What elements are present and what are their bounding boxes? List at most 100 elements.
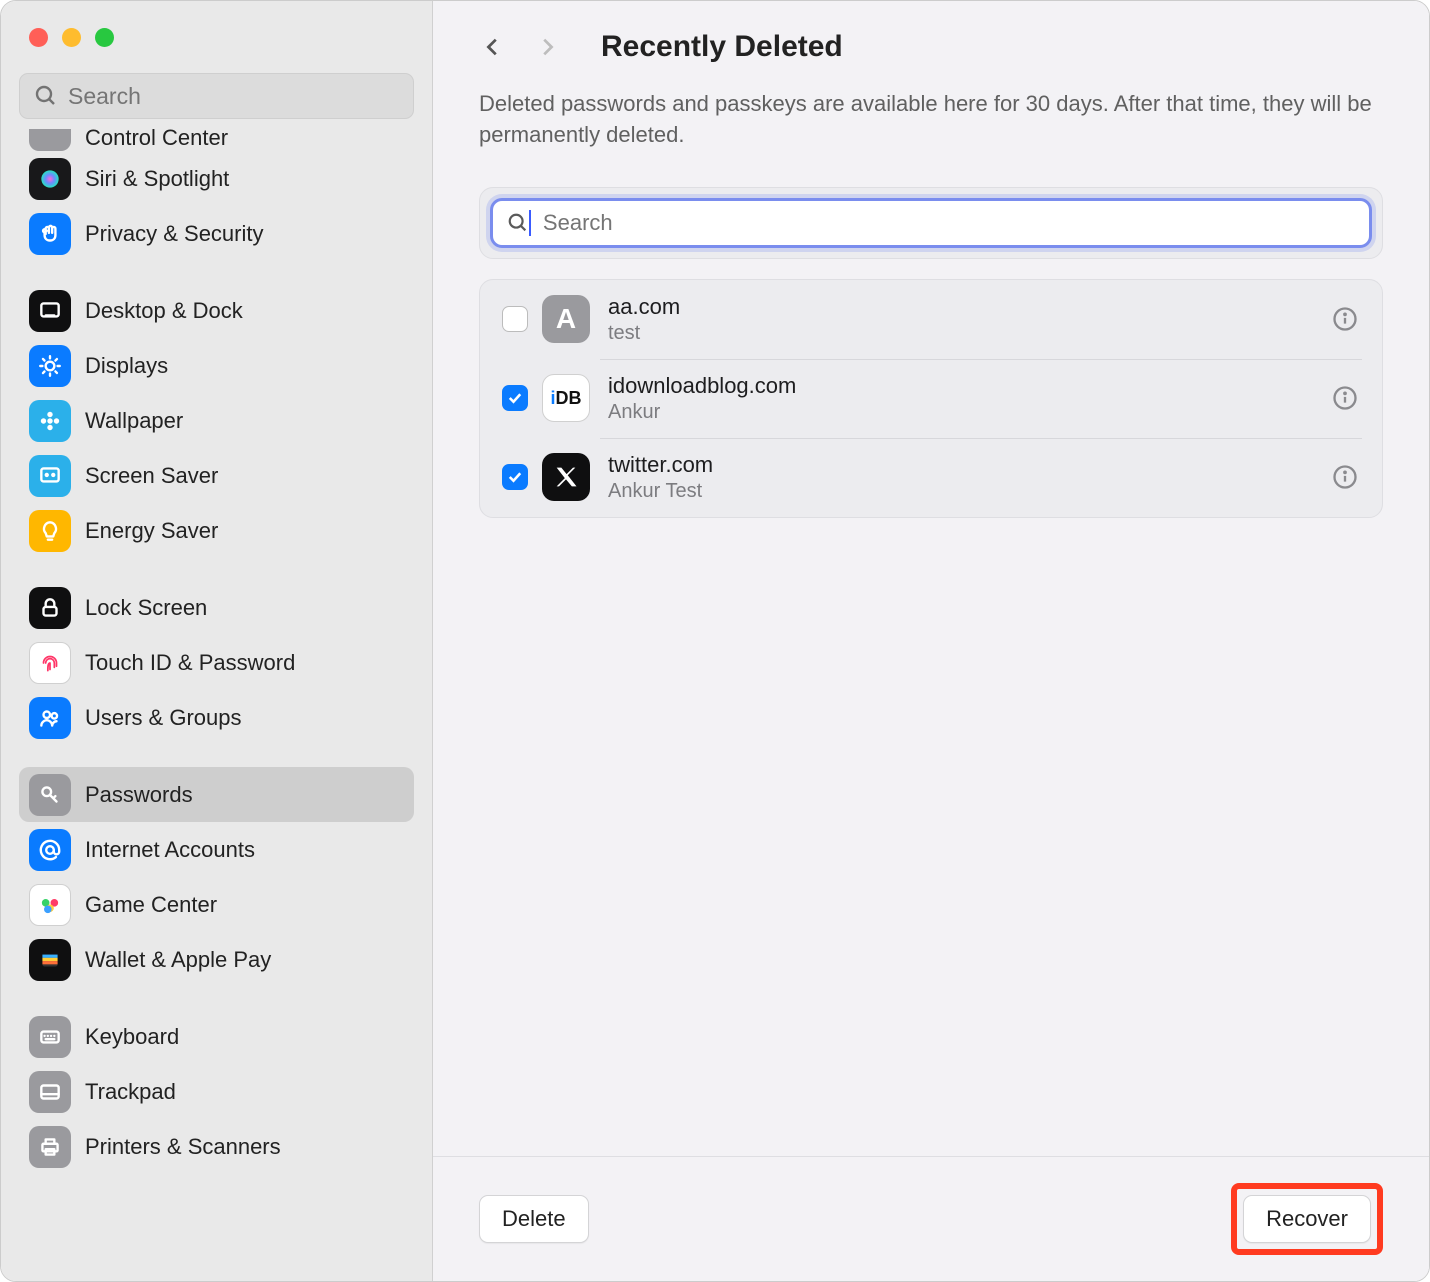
lock-icon bbox=[29, 587, 71, 629]
page-subtitle: Deleted passwords and passkeys are avail… bbox=[433, 71, 1429, 175]
sidebar-item-label: Lock Screen bbox=[85, 595, 207, 621]
row-checkbox[interactable] bbox=[502, 385, 528, 411]
row-text: twitter.comAnkur Test bbox=[608, 452, 1328, 503]
printer-icon bbox=[29, 1126, 71, 1168]
sidebar-item-control-center[interactable]: Control Center bbox=[19, 129, 414, 151]
sidebar-item-internet-accounts[interactable]: Internet Accounts bbox=[19, 822, 414, 877]
list-search-input[interactable] bbox=[543, 210, 1355, 236]
sidebar-item-siri-spotlight[interactable]: Siri & Spotlight bbox=[19, 151, 414, 206]
minimize-window-button[interactable] bbox=[62, 28, 81, 47]
fingerprint-icon bbox=[29, 642, 71, 684]
sidebar-item-label: Wallpaper bbox=[85, 408, 183, 434]
sidebar-item-energy-saver[interactable]: Energy Saver bbox=[19, 503, 414, 558]
sidebar-item-label: Wallet & Apple Pay bbox=[85, 947, 271, 973]
sidebar: Control Center Siri & Spotlight Privacy &… bbox=[1, 1, 433, 1281]
dock-icon bbox=[29, 290, 71, 332]
siri-icon bbox=[29, 158, 71, 200]
info-button[interactable] bbox=[1328, 381, 1362, 415]
password-row[interactable]: twitter.comAnkur Test bbox=[480, 438, 1382, 517]
key-icon bbox=[29, 774, 71, 816]
close-window-button[interactable] bbox=[29, 28, 48, 47]
sidebar-item-label: Internet Accounts bbox=[85, 837, 255, 863]
row-subtitle: Ankur bbox=[608, 401, 1328, 424]
sidebar-list: Control Center Siri & Spotlight Privacy &… bbox=[1, 129, 432, 1281]
row-title: twitter.com bbox=[608, 452, 1328, 478]
sidebar-item-label: Privacy & Security bbox=[85, 221, 264, 247]
info-icon bbox=[1331, 384, 1359, 412]
back-button[interactable] bbox=[475, 29, 511, 65]
info-button[interactable] bbox=[1328, 460, 1362, 494]
row-title: aa.com bbox=[608, 294, 1328, 320]
bulb-icon bbox=[29, 510, 71, 552]
screensaver-icon bbox=[29, 455, 71, 497]
sidebar-item-displays[interactable]: Displays bbox=[19, 338, 414, 393]
row-checkbox[interactable] bbox=[502, 464, 528, 490]
list-search-field[interactable] bbox=[490, 198, 1372, 248]
page-title: Recently Deleted bbox=[601, 30, 843, 64]
hand-icon bbox=[29, 213, 71, 255]
recover-button[interactable]: Recover bbox=[1243, 1195, 1371, 1243]
list-search-container bbox=[479, 187, 1383, 259]
footer: Delete Recover bbox=[433, 1156, 1429, 1281]
delete-button[interactable]: Delete bbox=[479, 1195, 589, 1243]
sidebar-item-touch-id-password[interactable]: Touch ID & Password bbox=[19, 635, 414, 690]
sidebar-item-printers-scanners[interactable]: Printers & Scanners bbox=[19, 1119, 414, 1174]
sidebar-item-game-center[interactable]: Game Center bbox=[19, 877, 414, 932]
window-controls bbox=[1, 1, 432, 73]
chevron-right-icon bbox=[536, 32, 558, 62]
at-icon bbox=[29, 829, 71, 871]
row-title: idownloadblog.com bbox=[608, 373, 1328, 399]
sidebar-item-wallet-apple-pay[interactable]: Wallet & Apple Pay bbox=[19, 932, 414, 987]
zoom-window-button[interactable] bbox=[95, 28, 114, 47]
sidebar-item-label: Trackpad bbox=[85, 1079, 176, 1105]
recover-highlight: Recover bbox=[1231, 1183, 1383, 1255]
sidebar-item-label: Game Center bbox=[85, 892, 217, 918]
sidebar-item-keyboard[interactable]: Keyboard bbox=[19, 1009, 414, 1064]
info-icon bbox=[1331, 305, 1359, 333]
sidebar-item-passwords[interactable]: Passwords bbox=[19, 767, 414, 822]
row-text: idownloadblog.comAnkur bbox=[608, 373, 1328, 424]
wallet-icon bbox=[29, 939, 71, 981]
password-row[interactable]: iDB idownloadblog.comAnkur bbox=[480, 359, 1382, 438]
row-checkbox[interactable] bbox=[502, 306, 528, 332]
sidebar-item-label: Control Center bbox=[85, 129, 228, 151]
info-icon bbox=[1331, 463, 1359, 491]
site-icon: iDB bbox=[542, 374, 590, 422]
search-icon bbox=[507, 212, 529, 234]
gamecenter-icon bbox=[29, 884, 71, 926]
password-row[interactable]: Aaa.comtest bbox=[480, 280, 1382, 359]
sidebar-item-trackpad[interactable]: Trackpad bbox=[19, 1064, 414, 1119]
sidebar-search[interactable] bbox=[19, 73, 414, 119]
keyboard-icon bbox=[29, 1016, 71, 1058]
sidebar-item-wallpaper[interactable]: Wallpaper bbox=[19, 393, 414, 448]
row-text: aa.comtest bbox=[608, 294, 1328, 345]
sidebar-item-desktop-dock[interactable]: Desktop & Dock bbox=[19, 283, 414, 338]
sidebar-item-label: Desktop & Dock bbox=[85, 298, 243, 324]
chevron-left-icon bbox=[482, 32, 504, 62]
password-list: Aaa.comtest iDB idownloadblog.comAnkur twit… bbox=[479, 279, 1383, 518]
sidebar-item-lock-screen[interactable]: Lock Screen bbox=[19, 580, 414, 635]
sidebar-item-label: Users & Groups bbox=[85, 705, 242, 731]
search-icon bbox=[34, 84, 58, 108]
sidebar-search-input[interactable] bbox=[68, 83, 399, 110]
row-subtitle: test bbox=[608, 322, 1328, 345]
sidebar-item-users-groups[interactable]: Users & Groups bbox=[19, 690, 414, 745]
sun-icon bbox=[29, 345, 71, 387]
sidebar-item-label: Keyboard bbox=[85, 1024, 179, 1050]
sidebar-item-screen-saver[interactable]: Screen Saver bbox=[19, 448, 414, 503]
sidebar-item-label: Passwords bbox=[85, 782, 193, 808]
settings-window: Control Center Siri & Spotlight Privacy &… bbox=[0, 0, 1430, 1282]
sidebar-item-label: Energy Saver bbox=[85, 518, 218, 544]
users-icon bbox=[29, 697, 71, 739]
sidebar-item-privacy-security[interactable]: Privacy & Security bbox=[19, 206, 414, 261]
sidebar-item-label: Siri & Spotlight bbox=[85, 166, 229, 192]
sidebar-item-label: Printers & Scanners bbox=[85, 1134, 281, 1160]
text-caret bbox=[529, 210, 531, 236]
sidebar-item-label: Displays bbox=[85, 353, 168, 379]
content-pane: Recently Deleted Deleted passwords and p… bbox=[433, 1, 1429, 1281]
sidebar-item-label: Screen Saver bbox=[85, 463, 218, 489]
forward-button[interactable] bbox=[529, 29, 565, 65]
site-icon bbox=[542, 453, 590, 501]
info-button[interactable] bbox=[1328, 302, 1362, 336]
content-header: Recently Deleted bbox=[433, 1, 1429, 71]
